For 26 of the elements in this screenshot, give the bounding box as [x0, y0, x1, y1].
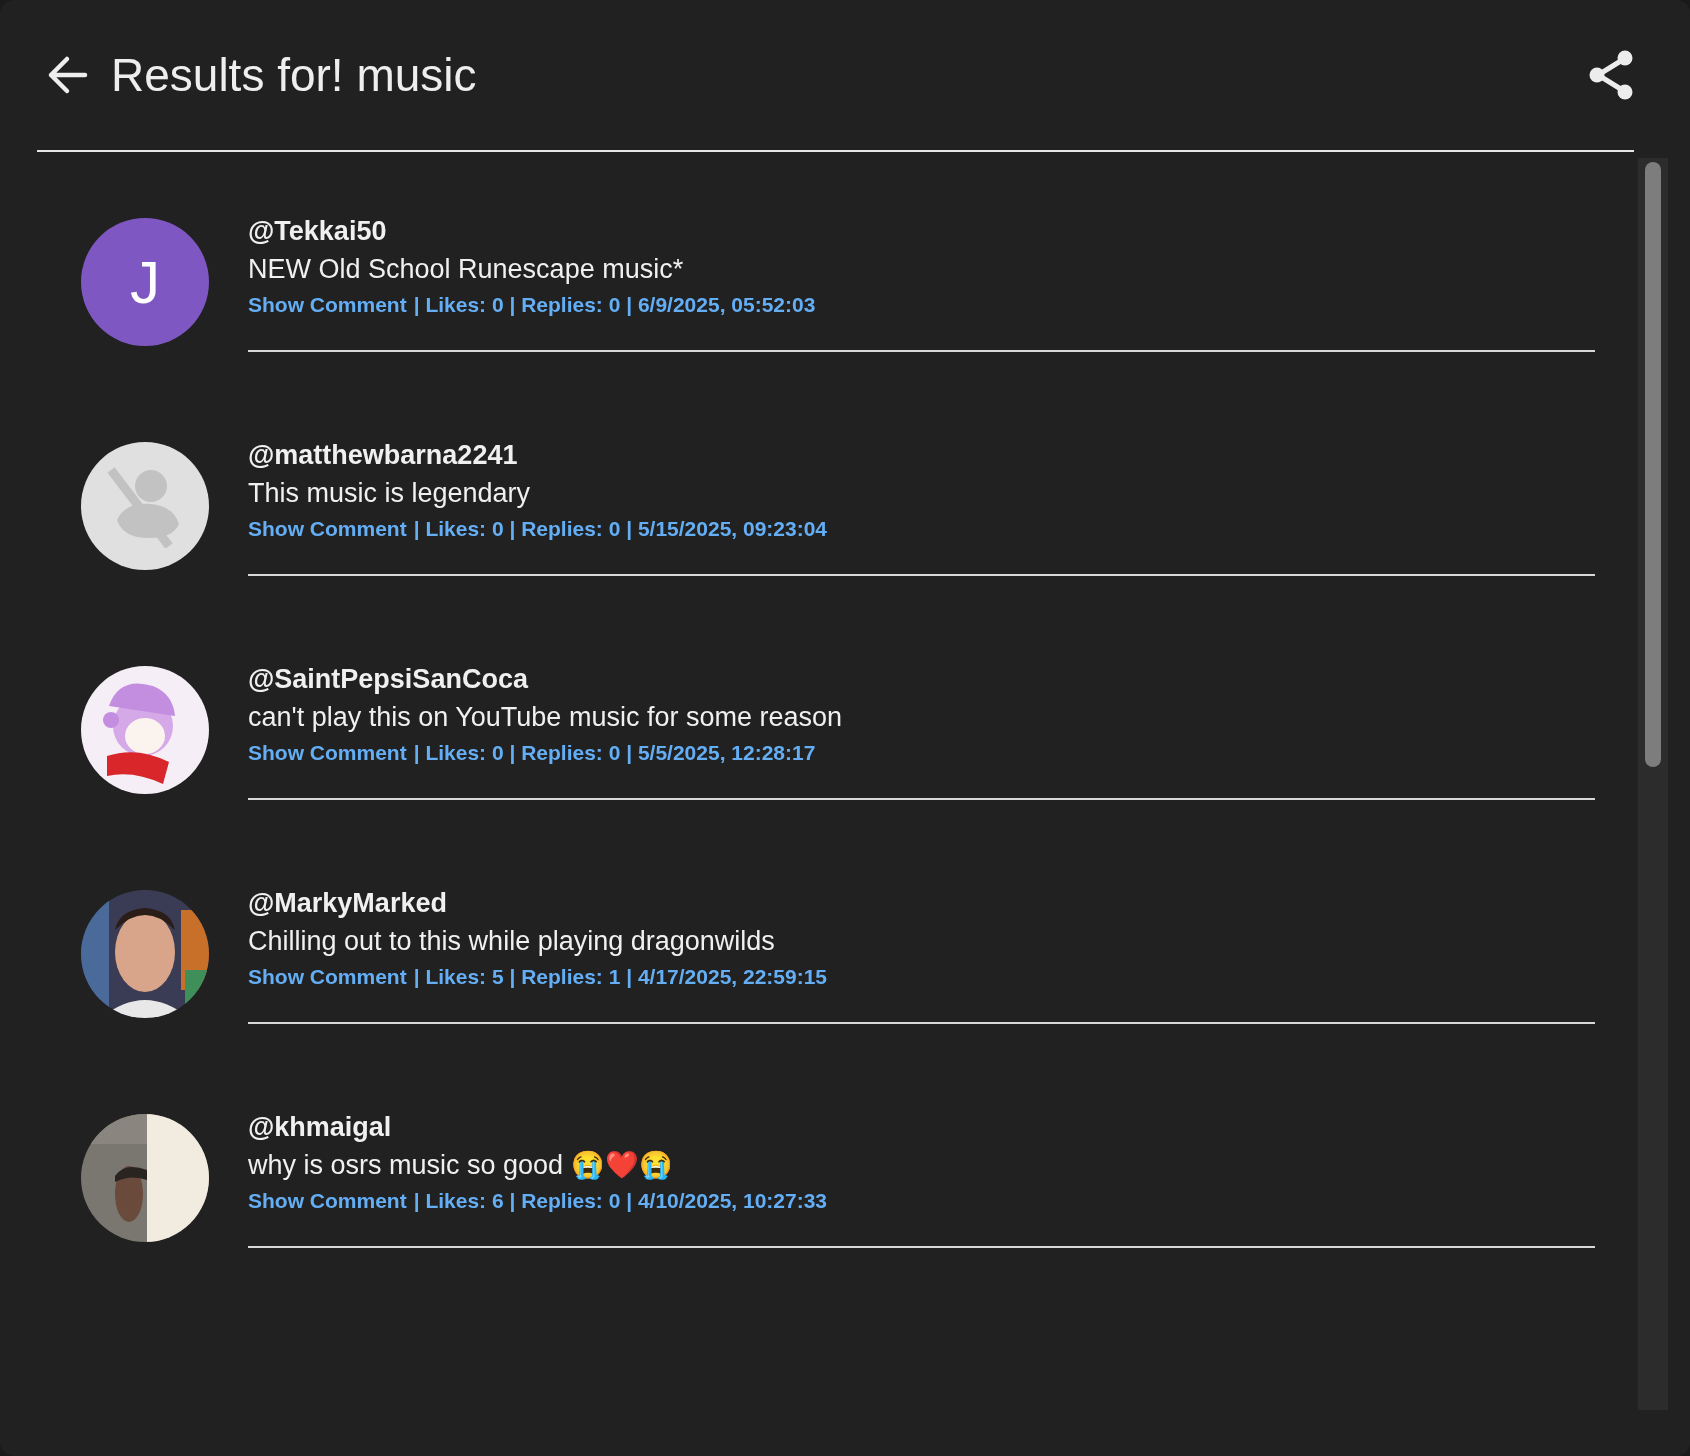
comment-text: This music is legendary: [248, 477, 532, 510]
username: @SaintPepsiSanCoca: [248, 663, 530, 696]
scrollbar-thumb[interactable]: [1645, 162, 1661, 767]
comment-stats: | Likes: 0 | Replies: 0 | 5/5/2025, 12:28:17: [413, 740, 816, 766]
show-comment-link[interactable]: Show Comment: [248, 1186, 407, 1216]
show-comment-link[interactable]: Show Comment: [248, 514, 407, 544]
username: @khmaigal: [248, 1111, 393, 1144]
scrollbar[interactable]: [1638, 158, 1668, 1410]
show-comment-link[interactable]: Show Comment: [248, 738, 407, 768]
comment-stats: | Likes: 6 | Replies: 0 | 4/10/2025, 10:27:33: [413, 1188, 828, 1214]
share-icon: [1588, 50, 1634, 100]
comment-text: Chilling out to this while playing dragonwilds: [248, 925, 776, 958]
comment-text: NEW Old School Runescape music*: [248, 253, 685, 286]
comment-text: why is osrs music so good 😭❤😭: [248, 1149, 674, 1182]
comment-stats: | Likes: 0 | Replies: 0 | 5/15/2025, 09:23:04: [413, 516, 828, 542]
username: @Tekkai50: [248, 215, 388, 248]
show-comment-link[interactable]: Show Comment: [248, 290, 407, 320]
show-comment-link[interactable]: Show Comment: [248, 962, 407, 992]
comment-stats: | Likes: 0 | Replies: 0 | 6/9/2025, 05:52:03: [413, 292, 816, 318]
page-title: Results for! music: [111, 48, 478, 102]
username: @matthewbarna2241: [248, 439, 519, 472]
share-button[interactable]: [1588, 50, 1634, 100]
comment-text: can't play this on YouTube music for some reason: [248, 701, 843, 734]
comment-stats: | Likes: 5 | Replies: 1 | 4/17/2025, 22:59:15: [413, 964, 828, 990]
username: @MarkyMarked: [248, 887, 448, 920]
avatar-letter: J: [130, 247, 160, 317]
